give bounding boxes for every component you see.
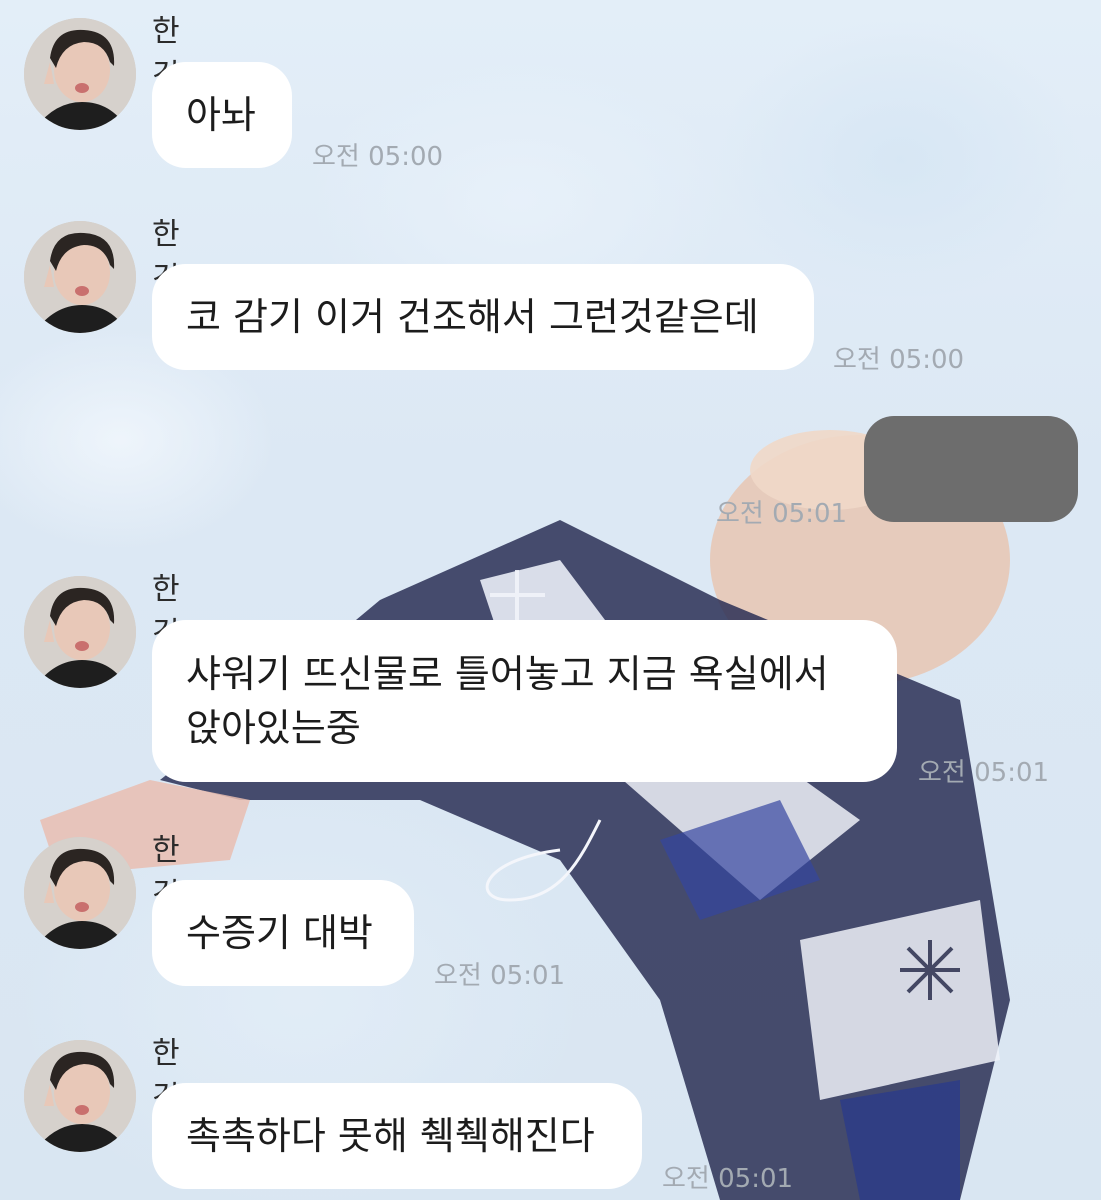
message-time: 오전 05:01 bbox=[716, 499, 848, 529]
avatar-photo-icon bbox=[24, 18, 136, 130]
message-text-line: 샤워기 뜨신물로 틀어놓고 지금 욕실에서 bbox=[186, 652, 829, 696]
message-bubble[interactable]: 촉촉하다 못해 췍췍해진다 bbox=[152, 1083, 642, 1189]
redacted-own-message-bubble[interactable] bbox=[864, 416, 1078, 522]
message-bubble[interactable]: 수증기 대박 bbox=[152, 880, 414, 986]
avatar-photo-icon bbox=[24, 837, 136, 949]
avatar[interactable] bbox=[24, 1040, 136, 1152]
message-time: 오전 05:01 bbox=[434, 961, 566, 991]
message-time: 오전 05:01 bbox=[662, 1164, 794, 1194]
avatar-photo-icon bbox=[24, 576, 136, 688]
message-time: 오전 05:00 bbox=[312, 142, 444, 172]
avatar-photo-icon bbox=[24, 221, 136, 333]
avatar[interactable] bbox=[24, 837, 136, 949]
message-bubble[interactable]: 코 감기 이거 건조해서 그런것같은데 bbox=[152, 264, 814, 370]
message-text: 수증기 대박 bbox=[186, 911, 373, 955]
avatar[interactable] bbox=[24, 18, 136, 130]
message-text-line: 앉아있는중 bbox=[186, 706, 361, 750]
message-text: 촉촉하다 못해 췍췍해진다 bbox=[186, 1114, 595, 1158]
avatar[interactable] bbox=[24, 221, 136, 333]
message-text: 아놔 bbox=[186, 93, 256, 137]
message-bubble[interactable]: 아놔 bbox=[152, 62, 292, 168]
message-time: 오전 05:00 bbox=[833, 345, 965, 375]
message-text: 코 감기 이거 건조해서 그런것같은데 bbox=[186, 295, 759, 339]
avatar-photo-icon bbox=[24, 1040, 136, 1152]
message-time: 오전 05:01 bbox=[918, 758, 1050, 788]
message-text-block: 샤워기 뜨신물로 틀어놓고 지금 욕실에서 앉아있는중 bbox=[186, 647, 829, 755]
avatar[interactable] bbox=[24, 576, 136, 688]
message-bubble[interactable]: 샤워기 뜨신물로 틀어놓고 지금 욕실에서 앉아있는중 bbox=[152, 620, 897, 782]
